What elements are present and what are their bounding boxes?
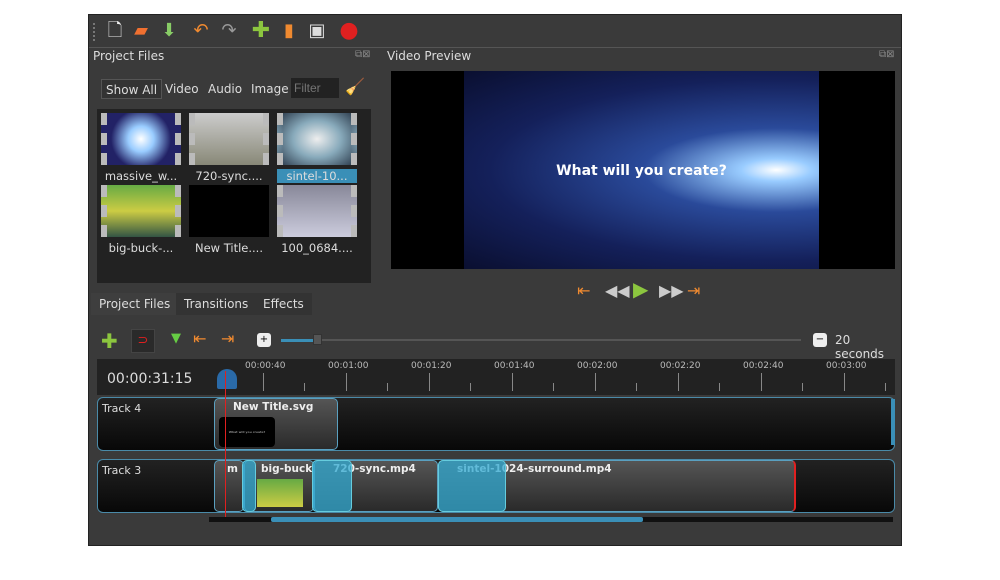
ruler-minor-tick: [470, 383, 471, 391]
ruler-tick: [678, 373, 679, 391]
play-icon[interactable]: ▶: [633, 277, 648, 301]
ruler-tick-label: 00:02:20: [660, 361, 701, 371]
video-preview: What will you create?: [391, 71, 895, 269]
choose-profile-icon[interactable]: ▮: [279, 21, 299, 41]
clip-thumbnail: What will you create?: [219, 417, 275, 447]
toolbar-grip[interactable]: [93, 23, 97, 41]
filter-audio[interactable]: Audio: [204, 79, 246, 99]
jump-end-icon[interactable]: ⇥: [687, 281, 700, 300]
playhead-handle[interactable]: [217, 369, 237, 389]
ruler-tick: [761, 373, 762, 391]
preview-overlay-text: What will you create?: [556, 163, 727, 179]
track-name: Track 4: [102, 402, 142, 415]
file-item[interactable]: New Title....: [189, 185, 269, 255]
undo-icon[interactable]: ↶: [191, 21, 211, 41]
filter-video[interactable]: Video: [161, 79, 203, 99]
new-project-icon[interactable]: 🗋: [105, 21, 125, 41]
previous-marker-icon[interactable]: ⇤: [193, 329, 206, 348]
track-4[interactable]: Track 4 New Title.svg What will you crea…: [97, 397, 895, 451]
redo-icon[interactable]: ↷: [219, 21, 239, 41]
dock-buttons[interactable]: ⧉⊠: [879, 49, 895, 60]
project-files-title: Project Files: [93, 49, 165, 63]
open-project-icon[interactable]: ▰: [131, 21, 151, 41]
zoom-out-icon[interactable]: −: [813, 333, 827, 347]
add-marker-icon[interactable]: ▼: [171, 331, 181, 346]
ruler-tick-label: 00:02:40: [743, 361, 784, 371]
filter-show-all[interactable]: Show All: [101, 79, 163, 99]
tab-project-files[interactable]: Project Files: [91, 293, 179, 315]
ruler-minor-tick: [885, 383, 886, 391]
vertical-scrollbar[interactable]: [891, 399, 895, 445]
clip-massive[interactable]: m: [214, 460, 244, 512]
file-item[interactable]: 720-sync....: [189, 113, 269, 183]
ruler-minor-tick: [719, 383, 720, 391]
ruler-minor-tick: [387, 383, 388, 391]
dock-buttons[interactable]: ⧉⊠: [355, 49, 371, 60]
rewind-icon[interactable]: ◀◀: [605, 281, 630, 300]
ruler-minor-tick: [802, 383, 803, 391]
openshot-window: 🗋 ▰ ⬇ ↶ ↷ ✚ ▮ ▣ ● Project Files ⧉⊠ Show …: [88, 14, 902, 546]
add-track-icon[interactable]: ✚: [101, 329, 118, 353]
jump-start-icon[interactable]: ⇤: [577, 281, 590, 300]
ruler-minor-tick: [304, 383, 305, 391]
fast-forward-icon[interactable]: ▶▶: [659, 281, 684, 300]
snapping-magnet-button[interactable]: ⊃: [131, 329, 155, 353]
export-video-icon[interactable]: ●: [339, 20, 359, 42]
filter-image[interactable]: Image: [247, 79, 293, 99]
ruler-tick: [429, 373, 430, 391]
track-3[interactable]: Track 3 m big-buck- 720-sync.mp4 sintel-…: [97, 459, 895, 513]
ruler-tick-label: 00:00:40: [245, 361, 286, 371]
timecode: 00:00:31:15: [107, 371, 193, 387]
timeline-ruler[interactable]: 00:00:31:15 00:00:40 00:01:00 00:01:20 00:0…: [97, 359, 895, 395]
horizontal-scrollbar[interactable]: [209, 517, 893, 522]
ruler-tick-label: 00:01:20: [411, 361, 452, 371]
ruler-tick: [263, 373, 264, 391]
filter-input[interactable]: [291, 78, 339, 98]
ruler-tick: [595, 373, 596, 391]
clip-new-title[interactable]: New Title.svg What will you create?: [214, 398, 338, 450]
file-item[interactable]: big-buck-...: [101, 185, 181, 255]
ruler-minor-tick: [553, 383, 554, 391]
ruler-tick-label: 00:03:00: [826, 361, 867, 371]
ruler-tick: [844, 373, 845, 391]
ruler-tick: [346, 373, 347, 391]
tab-transitions[interactable]: Transitions: [176, 293, 257, 315]
video-preview-title: Video Preview: [387, 49, 472, 63]
file-item-selected[interactable]: sintel-10...: [277, 113, 357, 183]
transition[interactable]: [438, 460, 506, 512]
clear-filter-broom-icon[interactable]: 🧹: [345, 77, 365, 96]
next-marker-icon[interactable]: ⇥: [221, 329, 234, 348]
preview-frame: What will you create?: [464, 71, 819, 269]
ruler-tick-label: 00:01:40: [494, 361, 535, 371]
playhead-line: [225, 371, 226, 521]
transition[interactable]: [312, 460, 352, 512]
ruler-tick-label: 00:02:00: [577, 361, 618, 371]
zoom-label: 20 seconds: [835, 333, 885, 361]
transition[interactable]: [242, 460, 256, 512]
ruler-minor-tick: [636, 383, 637, 391]
ruler-tick-label: 00:01:00: [328, 361, 369, 371]
file-item[interactable]: 100_0684....: [277, 185, 357, 255]
fullscreen-icon[interactable]: ▣: [307, 21, 327, 41]
project-files-grid: massive_w... 720-sync.... sintel-10... b…: [97, 109, 371, 283]
save-project-icon[interactable]: ⬇: [159, 21, 179, 41]
zoom-in-icon[interactable]: +: [257, 333, 271, 347]
import-files-icon[interactable]: ✚: [251, 20, 271, 42]
tab-effects[interactable]: Effects: [255, 293, 312, 315]
divider: [89, 47, 901, 48]
ruler-tick: [512, 373, 513, 391]
zoom-slider[interactable]: [281, 334, 801, 345]
file-item[interactable]: massive_w...: [101, 113, 181, 183]
track-name: Track 3: [102, 464, 142, 477]
